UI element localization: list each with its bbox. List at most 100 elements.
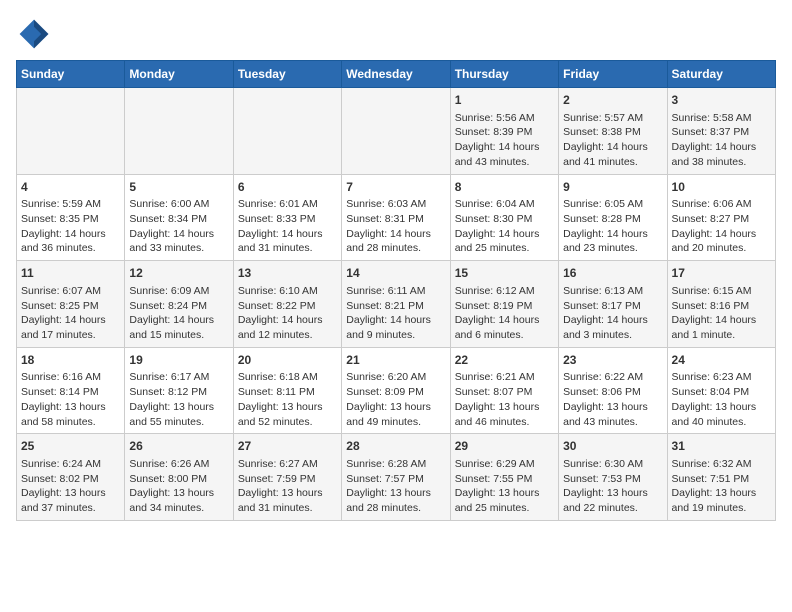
calendar-cell — [233, 88, 341, 175]
calendar-week-2: 4Sunrise: 5:59 AM Sunset: 8:35 PM Daylig… — [17, 174, 776, 261]
calendar-cell: 28 Sunrise: 6:28 AM Sunset: 7:57 PM Dayli… — [342, 434, 450, 521]
day-info: Sunrise: 6:29 AM Sunset: 7:55 PM Dayligh… — [455, 457, 554, 516]
calendar-cell: 9Sunrise: 6:05 AM Sunset: 8:28 PM Daylig… — [559, 174, 667, 261]
page-header — [16, 16, 776, 52]
calendar-cell: 4Sunrise: 5:59 AM Sunset: 8:35 PM Daylig… — [17, 174, 125, 261]
calendar-cell: 23Sunrise: 6:22 AM Sunset: 8:06 PM Dayli… — [559, 347, 667, 434]
day-number: 28 — [346, 438, 445, 455]
day-number: 21 — [346, 352, 445, 369]
calendar-cell — [17, 88, 125, 175]
calendar-cell: 8Sunrise: 6:04 AM Sunset: 8:30 PM Daylig… — [450, 174, 558, 261]
day-info: Sunrise: 6:09 AM Sunset: 8:24 PM Dayligh… — [129, 284, 228, 343]
calendar-cell: 31 Sunrise: 6:32 AM Sunset: 7:51 PM Dayli… — [667, 434, 775, 521]
day-info: Sunrise: 5:59 AM Sunset: 8:35 PM Dayligh… — [21, 197, 120, 256]
day-info: Sunrise: 6:21 AM Sunset: 8:07 PM Dayligh… — [455, 370, 554, 429]
calendar-cell: 26 Sunrise: 6:26 AM Sunset: 8:00 PM Dayli… — [125, 434, 233, 521]
calendar-cell: 27 Sunrise: 6:27 AM Sunset: 7:59 PM Dayli… — [233, 434, 341, 521]
day-info: Sunrise: 6:01 AM Sunset: 8:33 PM Dayligh… — [238, 197, 337, 256]
calendar-cell: 19Sunrise: 6:17 AM Sunset: 8:12 PM Dayli… — [125, 347, 233, 434]
day-number: 3 — [672, 92, 771, 109]
day-header-friday: Friday — [559, 61, 667, 88]
day-number: 27 — [238, 438, 337, 455]
day-info: Sunrise: 6:00 AM Sunset: 8:34 PM Dayligh… — [129, 197, 228, 256]
day-number: 11 — [21, 265, 120, 282]
calendar-cell: 18Sunrise: 6:16 AM Sunset: 8:14 PM Dayli… — [17, 347, 125, 434]
calendar-header-row: SundayMondayTuesdayWednesdayThursdayFrid… — [17, 61, 776, 88]
day-number: 19 — [129, 352, 228, 369]
day-info: Sunrise: 6:26 AM Sunset: 8:00 PM Dayligh… — [129, 457, 228, 516]
day-number: 22 — [455, 352, 554, 369]
day-number: 24 — [672, 352, 771, 369]
day-info: Sunrise: 6:20 AM Sunset: 8:09 PM Dayligh… — [346, 370, 445, 429]
day-info: Sunrise: 6:04 AM Sunset: 8:30 PM Dayligh… — [455, 197, 554, 256]
day-info: Sunrise: 6:28 AM Sunset: 7:57 PM Dayligh… — [346, 457, 445, 516]
calendar-cell: 14Sunrise: 6:11 AM Sunset: 8:21 PM Dayli… — [342, 261, 450, 348]
calendar-cell: 25 Sunrise: 6:24 AM Sunset: 8:02 PM Dayli… — [17, 434, 125, 521]
calendar-cell: 7Sunrise: 6:03 AM Sunset: 8:31 PM Daylig… — [342, 174, 450, 261]
logo — [16, 16, 56, 52]
day-info: Sunrise: 6:17 AM Sunset: 8:12 PM Dayligh… — [129, 370, 228, 429]
calendar-cell: 24Sunrise: 6:23 AM Sunset: 8:04 PM Dayli… — [667, 347, 775, 434]
day-number: 2 — [563, 92, 662, 109]
day-info: Sunrise: 6:27 AM Sunset: 7:59 PM Dayligh… — [238, 457, 337, 516]
calendar-cell: 5Sunrise: 6:00 AM Sunset: 8:34 PM Daylig… — [125, 174, 233, 261]
calendar-cell: 17 Sunrise: 6:15 AM Sunset: 8:16 PM Dayli… — [667, 261, 775, 348]
calendar-week-4: 18Sunrise: 6:16 AM Sunset: 8:14 PM Dayli… — [17, 347, 776, 434]
day-info: Sunrise: 6:10 AM Sunset: 8:22 PM Dayligh… — [238, 284, 337, 343]
day-info: Sunrise: 6:06 AM Sunset: 8:27 PM Dayligh… — [672, 197, 771, 256]
day-number: 10 — [672, 179, 771, 196]
day-number: 25 — [21, 438, 120, 455]
day-number: 26 — [129, 438, 228, 455]
day-info: Sunrise: 6:11 AM Sunset: 8:21 PM Dayligh… — [346, 284, 445, 343]
day-header-wednesday: Wednesday — [342, 61, 450, 88]
day-number: 12 — [129, 265, 228, 282]
day-number: 30 — [563, 438, 662, 455]
calendar-cell: 22Sunrise: 6:21 AM Sunset: 8:07 PM Dayli… — [450, 347, 558, 434]
day-info: Sunrise: 6:05 AM Sunset: 8:28 PM Dayligh… — [563, 197, 662, 256]
calendar-cell — [125, 88, 233, 175]
calendar-cell: 1 Sunrise: 5:56 AM Sunset: 8:39 PM Daylig… — [450, 88, 558, 175]
day-number: 31 — [672, 438, 771, 455]
calendar-week-1: 1 Sunrise: 5:56 AM Sunset: 8:39 PM Daylig… — [17, 88, 776, 175]
day-info: Sunrise: 6:24 AM Sunset: 8:02 PM Dayligh… — [21, 457, 120, 516]
day-number: 17 — [672, 265, 771, 282]
calendar-table: SundayMondayTuesdayWednesdayThursdayFrid… — [16, 60, 776, 521]
day-number: 18 — [21, 352, 120, 369]
day-number: 5 — [129, 179, 228, 196]
day-number: 4 — [21, 179, 120, 196]
calendar-cell: 21Sunrise: 6:20 AM Sunset: 8:09 PM Dayli… — [342, 347, 450, 434]
calendar-week-3: 11 Sunrise: 6:07 AM Sunset: 8:25 PM Dayli… — [17, 261, 776, 348]
day-info: Sunrise: 6:13 AM Sunset: 8:17 PM Dayligh… — [563, 284, 662, 343]
calendar-cell: 3 Sunrise: 5:58 AM Sunset: 8:37 PM Daylig… — [667, 88, 775, 175]
calendar-cell: 30 Sunrise: 6:30 AM Sunset: 7:53 PM Dayli… — [559, 434, 667, 521]
day-number: 6 — [238, 179, 337, 196]
calendar-cell: 2 Sunrise: 5:57 AM Sunset: 8:38 PM Daylig… — [559, 88, 667, 175]
day-header-sunday: Sunday — [17, 61, 125, 88]
day-info: Sunrise: 6:32 AM Sunset: 7:51 PM Dayligh… — [672, 457, 771, 516]
day-info: Sunrise: 5:58 AM Sunset: 8:37 PM Dayligh… — [672, 111, 771, 170]
calendar-cell: 12 Sunrise: 6:09 AM Sunset: 8:24 PM Dayli… — [125, 261, 233, 348]
calendar-cell — [342, 88, 450, 175]
day-info: Sunrise: 6:18 AM Sunset: 8:11 PM Dayligh… — [238, 370, 337, 429]
calendar-cell: 20Sunrise: 6:18 AM Sunset: 8:11 PM Dayli… — [233, 347, 341, 434]
calendar-week-5: 25 Sunrise: 6:24 AM Sunset: 8:02 PM Dayli… — [17, 434, 776, 521]
day-info: Sunrise: 6:23 AM Sunset: 8:04 PM Dayligh… — [672, 370, 771, 429]
day-info: Sunrise: 6:07 AM Sunset: 8:25 PM Dayligh… — [21, 284, 120, 343]
day-info: Sunrise: 6:12 AM Sunset: 8:19 PM Dayligh… — [455, 284, 554, 343]
calendar-cell: 10Sunrise: 6:06 AM Sunset: 8:27 PM Dayli… — [667, 174, 775, 261]
day-info: Sunrise: 6:30 AM Sunset: 7:53 PM Dayligh… — [563, 457, 662, 516]
day-info: Sunrise: 5:57 AM Sunset: 8:38 PM Dayligh… — [563, 111, 662, 170]
day-info: Sunrise: 6:15 AM Sunset: 8:16 PM Dayligh… — [672, 284, 771, 343]
day-info: Sunrise: 5:56 AM Sunset: 8:39 PM Dayligh… — [455, 111, 554, 170]
day-number: 16 — [563, 265, 662, 282]
day-number: 23 — [563, 352, 662, 369]
calendar-cell: 15Sunrise: 6:12 AM Sunset: 8:19 PM Dayli… — [450, 261, 558, 348]
day-number: 20 — [238, 352, 337, 369]
day-number: 1 — [455, 92, 554, 109]
day-number: 8 — [455, 179, 554, 196]
day-number: 7 — [346, 179, 445, 196]
day-info: Sunrise: 6:22 AM Sunset: 8:06 PM Dayligh… — [563, 370, 662, 429]
calendar-cell: 29Sunrise: 6:29 AM Sunset: 7:55 PM Dayli… — [450, 434, 558, 521]
day-info: Sunrise: 6:16 AM Sunset: 8:14 PM Dayligh… — [21, 370, 120, 429]
calendar-cell: 13Sunrise: 6:10 AM Sunset: 8:22 PM Dayli… — [233, 261, 341, 348]
